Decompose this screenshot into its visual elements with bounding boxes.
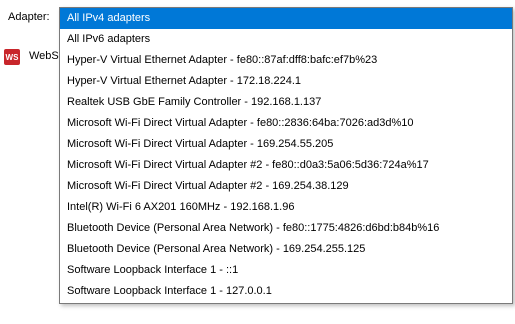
adapter-option[interactable]: Realtek USB GbE Family Controller - 192.… xyxy=(60,92,512,113)
adapter-dropdown-list[interactable]: All IPv4 adapters All IPv6 adapters Hype… xyxy=(59,7,513,304)
window: Adapter: WS WebS All IPv4 adapters All I… xyxy=(0,0,515,324)
adapter-option[interactable]: Hyper-V Virtual Ethernet Adapter - fe80:… xyxy=(60,50,512,71)
adapter-option[interactable]: All IPv4 adapters xyxy=(60,8,512,29)
adapter-option[interactable]: All IPv6 adapters xyxy=(60,29,512,50)
adapter-option[interactable]: Software Loopback Interface 1 - 127.0.0.… xyxy=(60,281,512,302)
adapter-option[interactable]: Intel(R) Wi-Fi 6 AX201 160MHz - 192.168.… xyxy=(60,197,512,218)
adapter-option[interactable]: Bluetooth Device (Personal Area Network)… xyxy=(60,218,512,239)
adapter-option[interactable]: Hyper-V Virtual Ethernet Adapter - 172.1… xyxy=(60,71,512,92)
app-row-label: WebS xyxy=(29,50,59,62)
adapter-option[interactable]: Microsoft Wi-Fi Direct Virtual Adapter #… xyxy=(60,176,512,197)
adapter-label: Adapter: xyxy=(8,11,50,23)
adapter-option[interactable]: Microsoft Wi-Fi Direct Virtual Adapter #… xyxy=(60,155,512,176)
adapter-option[interactable]: Microsoft Wi-Fi Direct Virtual Adapter -… xyxy=(60,113,512,134)
adapter-option[interactable]: Software Loopback Interface 1 - ::1 xyxy=(60,260,512,281)
adapter-option[interactable]: Bluetooth Device (Personal Area Network)… xyxy=(60,239,512,260)
websocket-app-icon: WS xyxy=(4,49,20,65)
app-row: WS WebS xyxy=(0,46,60,68)
adapter-option[interactable]: Microsoft Wi-Fi Direct Virtual Adapter -… xyxy=(60,134,512,155)
